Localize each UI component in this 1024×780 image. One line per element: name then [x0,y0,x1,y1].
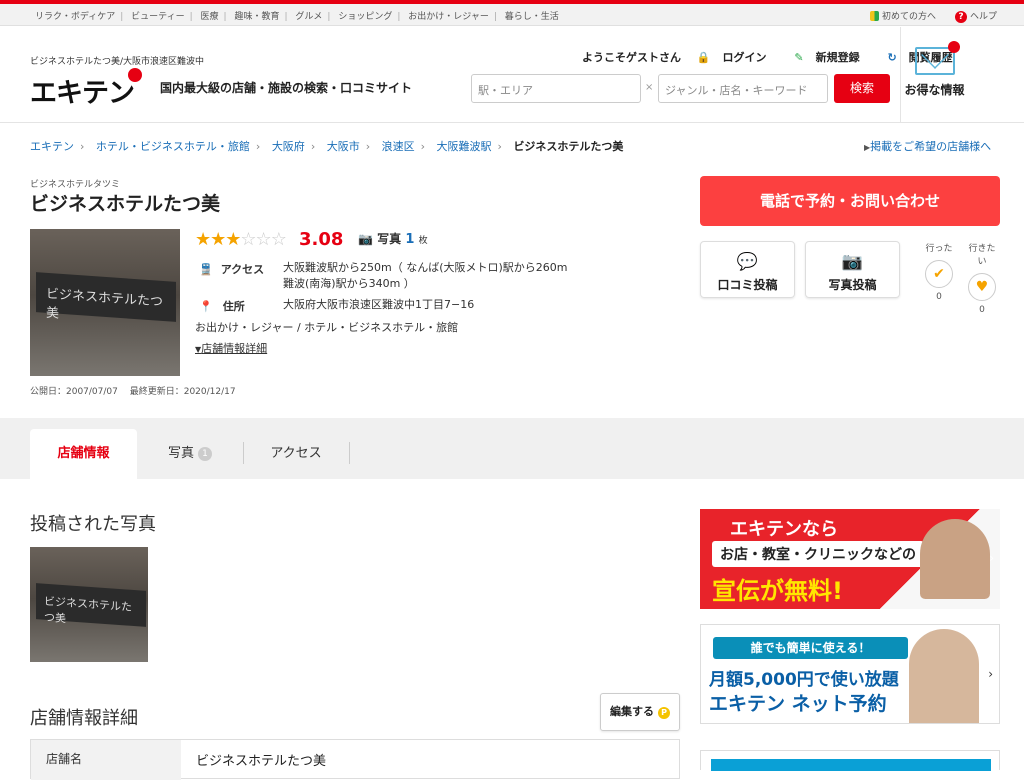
shop-main-photo[interactable]: ビジネスホテルたつ美 [30,229,180,376]
pencil-icon: ✎ [794,51,804,64]
speech-bubble-icon: 💬 [736,252,759,272]
breadcrumb-home[interactable]: エキテン [30,140,74,153]
nav-category-gourmet[interactable]: グルメ [290,9,327,22]
photo-sign: ビジネスホテルたつ美 [36,272,176,322]
photo-count-badge: 1 [198,447,212,461]
rating-score: 3.08 [299,229,344,250]
posted-photos-title: 投稿された写真 [30,514,156,535]
publish-dates: 公開日：2007/07/07 最終更新日：2020/12/17 [30,387,236,397]
nav-category-beauty[interactable]: ビューティー [126,9,189,22]
free-ad-banner[interactable]: エキテンなら お店・教室・クリニックなどの 宣伝が無料! › [700,509,1000,609]
site-tagline: 国内最大級の店舗・施設の検索・口コミサイト [160,81,413,95]
table-header: 店舗名 [31,740,181,780]
breadcrumb-genre[interactable]: ホテル・ビジネスホテル・旅館 [96,140,250,153]
point-icon: P [658,707,670,719]
address-label: 📍 住所 [199,300,245,313]
deal-label: お得な情報 [904,83,965,97]
banner-person-image [920,519,990,599]
posted-photo-thumb[interactable]: ビジネスホテルたつ美 [30,547,148,662]
edit-button[interactable]: 編集する P [600,693,680,731]
register-link[interactable]: ✎ 新規登録 [794,51,871,64]
chevron-right-icon: › [988,667,993,681]
nav-category-medical[interactable]: 医療 [196,9,224,22]
notification-dot [947,41,960,53]
breadcrumb-city[interactable]: 大阪市 [327,140,360,153]
separator-x: × [645,82,654,93]
shop-details-title: 店舗情報詳細 [30,708,138,729]
site-header: ビジネスホテルたつ美/大阪市浪速区難波中 エキテン 国内最大級の店舗・施設の検索… [0,27,1024,123]
access-label: 🚆 アクセス [199,263,265,276]
access-value: 大阪難波駅から250m（ なんば(大阪メトロ)駅から260m 難波(南海)駅から3… [283,261,568,290]
post-photo-button[interactable]: 📷 写真投稿 [805,241,900,298]
history-icon: ↻ [887,51,897,64]
camera-icon: 📷 [358,232,373,246]
shop-details-toggle[interactable]: ▼店舗情報詳細 [195,340,267,356]
chevron-right-icon: › [989,551,994,565]
category-nav: リラク・ボディケア | ビューティー | 医療 | 趣味・教育 | グルメ | ショッピン… [0,4,1024,26]
train-icon: 🚆 [199,263,213,276]
net-reservation-banner[interactable]: 誰でも簡単に使える！ 月額5,000円で使い放題 エキテン ネット予約 › [700,624,1000,724]
mail-icon [914,41,960,75]
banner-person-image [909,629,979,723]
deal-info-button[interactable]: お得な情報 [900,27,968,123]
camera-icon: 📷 [841,252,864,272]
first-time-link[interactable]: 初めての方へ [870,9,936,22]
help-link[interactable]: ? ヘルプ [955,9,997,23]
breadcrumb-current: ビジネスホテルたつ美 [513,140,624,153]
tab-shop-info[interactable]: 店舗情報 [30,429,137,479]
shop-details-table: 店舗名 ビジネスホテルたつ美 [30,739,680,780]
welcome-text: ようこそゲストさん [582,51,681,64]
tab-photos[interactable]: 写真 1 [145,429,235,479]
went-toggle[interactable]: 行った ✔ 0 [923,241,955,302]
tab-bar: 店舗情報 写真 1 アクセス [0,418,1024,479]
nav-category-leisure[interactable]: お出かけ・レジャー [403,9,494,22]
photo-count-link[interactable]: 📷 写真 1 枚 [358,230,428,247]
post-review-button[interactable]: 💬 口コミ投稿 [700,241,795,298]
genre-links[interactable]: お出かけ・レジャー / ホテル・ビジネスホテル・旅館 [195,319,458,335]
tab-divider [349,442,350,464]
third-banner[interactable] [700,750,1000,771]
tab-access[interactable]: アクセス [250,429,342,479]
site-logo[interactable]: エキテン [30,68,142,110]
want-toggle[interactable]: 行きたい ♥ 0 [966,241,998,315]
shop-name: ビジネスホテルたつ美 [30,193,221,215]
logo-dot-icon [128,68,142,82]
nav-category-relax[interactable]: リラク・ボディケア [30,9,120,22]
nav-category-living[interactable]: 暮らし・生活 [500,9,564,22]
login-link[interactable]: 🔒 ログイン [697,51,779,64]
lock-icon: 🔒 [696,51,711,64]
breadcrumb-ward[interactable]: 浪速区 [382,140,415,153]
rating-stars: ★★★☆☆☆ [195,229,287,250]
breadcrumb-station[interactable]: 大阪難波駅 [437,140,492,153]
nav-category-shopping[interactable]: ショッピング [333,9,397,22]
keyword-search-input[interactable]: ジャンル・店名・キーワード [658,74,828,103]
table-cell: ビジネスホテルたつ美 [196,754,327,769]
location-pin-icon: 📍 [199,300,213,313]
page-subtitle: ビジネスホテルたつ美/大阪市浪速区難波中 [30,57,205,67]
search-button[interactable]: 検索 [834,74,890,103]
station-search-input[interactable]: 駅・エリア [471,74,641,103]
address-value: 大阪府大阪市浪速区難波中1丁目7−16 [283,298,475,311]
question-icon: ? [955,11,967,23]
beginner-leaf-icon [870,11,879,21]
breadcrumb: エキテン › ホテル・ビジネスホテル・旅館 › 大阪府 › 大阪市 › 浪速区 › 大阪難… [30,140,624,153]
nav-category-hobby[interactable]: 趣味・教育 [229,9,284,22]
breadcrumb-prefecture[interactable]: 大阪府 [272,140,305,153]
check-icon: ✔ [925,260,953,288]
photo-sign: ビジネスホテルたつ美 [36,583,146,627]
tab-divider [243,442,244,464]
call-reserve-button[interactable]: 電話で予約・お問い合わせ [700,176,1000,226]
heart-icon: ♥ [968,273,996,301]
listing-request-link[interactable]: ▶掲載をご希望の店舗様へ [864,138,991,154]
